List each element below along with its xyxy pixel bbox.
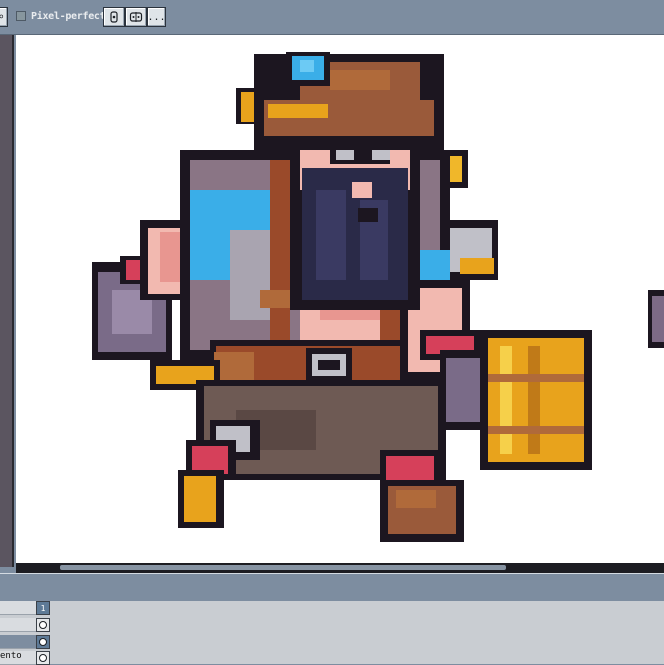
cel-cell[interactable]	[36, 651, 50, 665]
pixel-perfect-label: Pixel-perfect	[31, 11, 106, 22]
layer-row[interactable]	[0, 618, 36, 632]
cel-cell-selected[interactable]	[36, 635, 50, 649]
timeline-toolbar	[0, 573, 664, 602]
frame-number: 1	[40, 603, 46, 613]
layer-row-selected[interactable]	[0, 635, 36, 649]
timeline-panel: 1 ento	[0, 601, 664, 665]
brush-dynamics-button[interactable]	[103, 7, 125, 27]
pirate-sprite-artwork	[92, 52, 664, 542]
layer-name: ento	[0, 651, 22, 661]
dynamics-icon	[110, 11, 118, 23]
tool-button[interactable]: ⌕	[0, 7, 8, 27]
tool-options-bar: ⌕ Pixel-perfect ...	[0, 0, 664, 35]
horizontal-scrollbar-thumb[interactable]	[60, 565, 506, 570]
pixel-perfect-checkbox[interactable]	[16, 11, 26, 21]
drawing-canvas[interactable]	[16, 35, 664, 563]
cel-dot-icon	[39, 621, 47, 629]
frame-header-1[interactable]: 1	[36, 601, 50, 615]
cel-dot-icon	[39, 654, 47, 662]
cel-dot-icon	[39, 638, 47, 646]
cel-cell[interactable]	[36, 618, 50, 632]
symmetry-icon	[129, 12, 143, 22]
layer-row[interactable]: ento	[0, 651, 36, 665]
magnifier-icon: ⌕	[0, 11, 5, 23]
symmetry-button[interactable]	[125, 7, 147, 27]
layer-row[interactable]	[0, 601, 36, 615]
more-options-label: ...	[147, 11, 166, 23]
left-side-panel	[0, 35, 14, 567]
more-options-button[interactable]: ...	[147, 7, 166, 27]
